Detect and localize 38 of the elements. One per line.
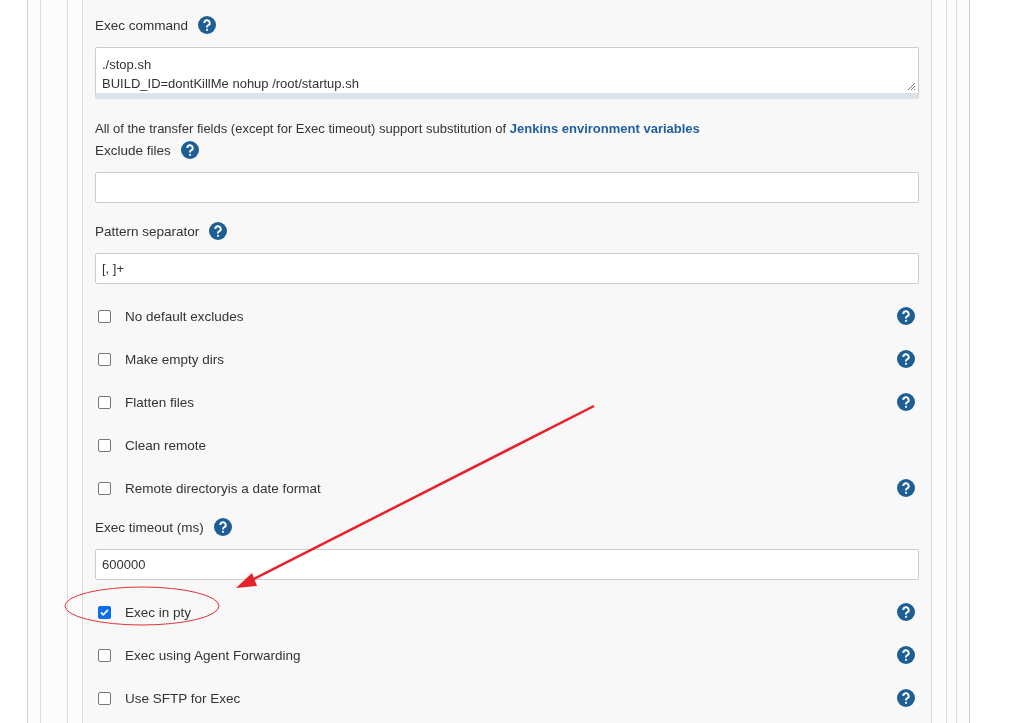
checkbox-label: Exec using Agent Forwarding bbox=[125, 647, 301, 663]
help-icon[interactable] bbox=[897, 393, 915, 411]
help-icon[interactable] bbox=[897, 646, 915, 664]
checkbox[interactable] bbox=[98, 648, 111, 662]
help-icon[interactable] bbox=[897, 603, 915, 621]
checkbox[interactable] bbox=[98, 605, 111, 619]
checkbox-label: Clean remote bbox=[125, 437, 207, 453]
checkbox[interactable] bbox=[98, 309, 111, 323]
checkbox[interactable] bbox=[98, 395, 111, 409]
checkbox[interactable] bbox=[98, 352, 111, 366]
checkbox[interactable] bbox=[98, 481, 111, 495]
command-textarea[interactable]: ./stop.sh BUILD_ID=dontKillMe nohup /root/startup.sh bbox=[95, 47, 919, 99]
help-icon[interactable] bbox=[897, 689, 915, 707]
field-label: Exec command bbox=[95, 17, 189, 33]
help-icon[interactable] bbox=[897, 479, 915, 497]
checkbox-label: Remote directoryis a date format bbox=[125, 480, 321, 496]
checkbox-label: Use SFTP for Exec bbox=[125, 690, 241, 706]
checkbox-label: Flatten files bbox=[125, 394, 195, 410]
input-field[interactable]: [, ]+ bbox=[95, 253, 919, 284]
help-icon[interactable] bbox=[180, 141, 199, 159]
checkbox[interactable] bbox=[98, 691, 111, 705]
checkbox-label: No default excludes bbox=[125, 308, 244, 324]
help-icon[interactable] bbox=[209, 222, 228, 240]
substitution-note: All of the transfer fields (except for Exec timeout) support substitution of Jenkins environment variables bbox=[95, 121, 701, 136]
input-field[interactable]: 600000 bbox=[95, 549, 919, 580]
help-icon[interactable] bbox=[897, 307, 915, 325]
help-icon[interactable] bbox=[213, 518, 232, 536]
field-label: Exec timeout (ms) bbox=[95, 519, 204, 535]
help-icon[interactable] bbox=[897, 350, 915, 368]
input-field[interactable] bbox=[95, 172, 919, 203]
help-icon[interactable] bbox=[198, 16, 217, 34]
checkbox-label: Make empty dirs bbox=[125, 351, 225, 367]
field-label: Pattern separator bbox=[95, 223, 200, 239]
environment-variables-link[interactable]: Jenkins environment variables bbox=[509, 121, 700, 136]
checkbox-label: Exec in pty bbox=[125, 604, 192, 620]
field-label: Exclude files bbox=[95, 142, 171, 158]
resize-grip-icon[interactable] bbox=[907, 82, 916, 91]
checkbox[interactable] bbox=[98, 438, 111, 452]
